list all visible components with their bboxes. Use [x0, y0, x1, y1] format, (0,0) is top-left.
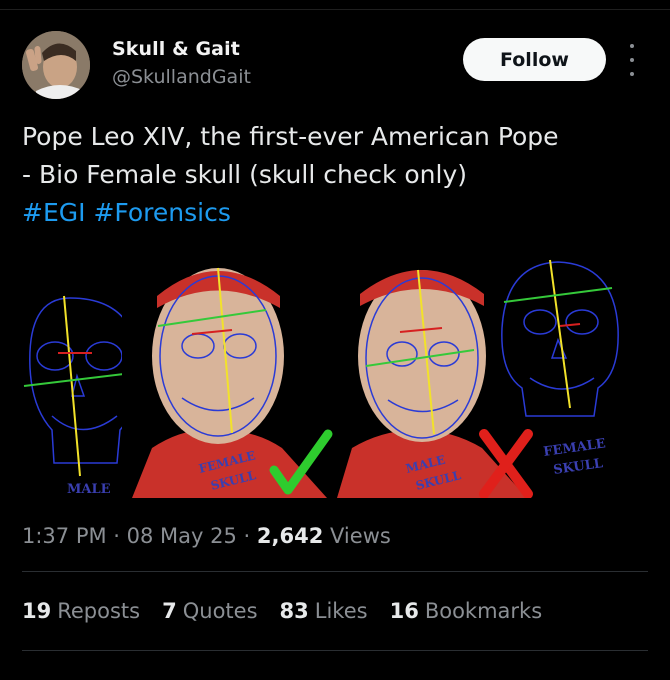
author-handle[interactable]: @SkullandGait [112, 66, 251, 88]
tweet-line-2: - Bio Female skull (skull check only) [22, 160, 468, 189]
views-label: Views [330, 524, 391, 548]
author-name[interactable]: Skull & Gait [112, 38, 251, 60]
reposts-count: 19 [22, 599, 52, 623]
tweet-text: Pope Leo XIV, the first-ever American Po… [22, 118, 642, 232]
left-skull-label: MALE [67, 482, 111, 497]
likes-label: Likes [314, 599, 368, 623]
hashtag-link[interactable]: #EGI [22, 198, 86, 227]
tweet-date[interactable]: 08 May 25 [127, 524, 237, 548]
more-options-icon[interactable] [626, 44, 638, 76]
dot [630, 58, 634, 62]
author-block: Skull & Gait @SkullandGait [112, 38, 251, 88]
quotes-count: 7 [162, 599, 177, 623]
likes-count: 83 [279, 599, 309, 623]
quotes-stat[interactable]: 7 Quotes [162, 599, 257, 623]
tweet-meta: 1:37 PM · 08 May 25 · 2,642 Views [22, 524, 391, 548]
bookmarks-label: Bookmarks [424, 599, 543, 623]
reposts-stat[interactable]: 19 Reposts [22, 599, 140, 623]
avatar[interactable] [22, 31, 90, 99]
tweet-line-1: Pope Leo XIV, the first-ever American Po… [22, 122, 559, 151]
follow-button[interactable]: Follow [463, 38, 606, 81]
bookmarks-stat[interactable]: 16 Bookmarks [390, 599, 543, 623]
dot [630, 72, 634, 76]
tweet-time[interactable]: 1:37 PM [22, 524, 107, 548]
reposts-label: Reposts [57, 599, 141, 623]
divider [22, 650, 648, 651]
right-skull-label-bottom: SKULL [552, 456, 603, 478]
divider [22, 571, 648, 572]
hashtag-link[interactable]: #Forensics [93, 198, 230, 227]
tweet-hashtags: #EGI #Forensics [22, 194, 642, 232]
views-count: 2,642 [256, 524, 324, 548]
avatar-image [22, 31, 90, 99]
likes-stat[interactable]: 83 Likes [280, 599, 368, 623]
engagement-stats: 19 Reposts 7 Quotes 83 Likes 16 Bookmarks [22, 599, 542, 623]
top-divider [0, 9, 670, 10]
dot [630, 44, 634, 48]
bookmarks-count: 16 [389, 599, 419, 623]
quotes-label: Quotes [182, 599, 258, 623]
media-image[interactable]: MALE FEMALE SKULL MALE SKULL FEMALE SKUL… [22, 258, 640, 498]
